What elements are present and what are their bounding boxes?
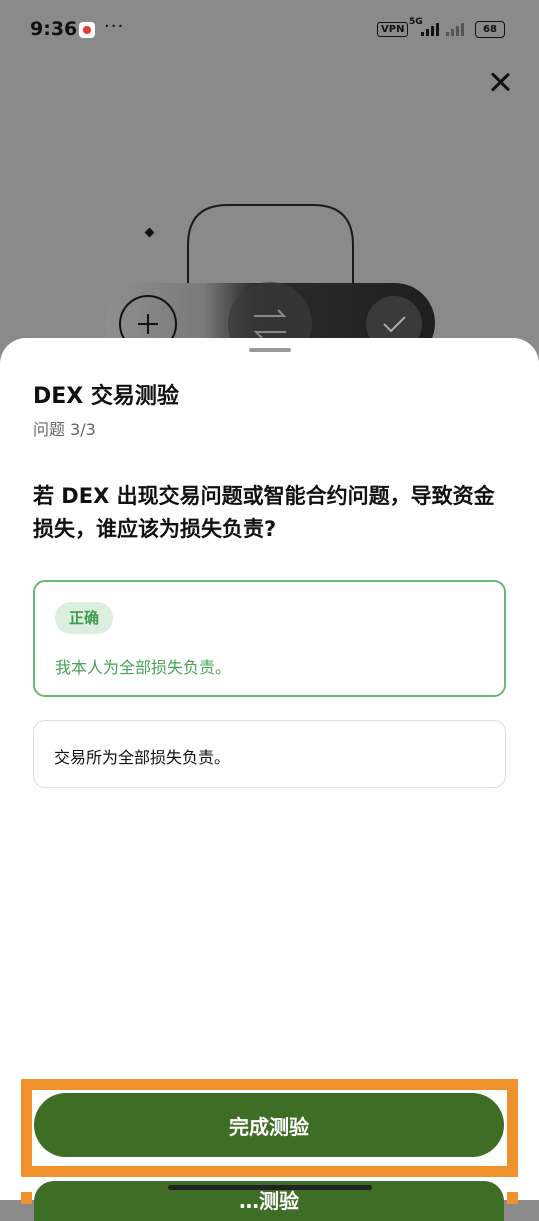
answer-option[interactable]: 交易所为全部损失负责。 [33,720,506,788]
signal-strength-secondary-icon [446,22,464,36]
battery-indicator: 68 [475,21,505,38]
status-bar: 9:36 ··· VPN 5G 68 [0,0,539,60]
signal-strength-icon [421,22,439,36]
quiz-sheet: DEX 交易测验 问题 3/3 若 DEX 出现交易问题或智能合约问题，导致资金… [0,338,539,1200]
question-text: 若 DEX 出现交易问题或智能合约问题，导致资金损失，谁应该为损失负责? [33,484,495,541]
handle-outline [187,204,354,290]
correct-badge: 正确 [55,602,114,634]
sheet-drag-handle[interactable] [249,348,291,352]
question-progress: 问题 3/3 [33,420,96,439]
answer-option-correct[interactable]: 正确 我本人为全部损失负责。 [33,580,506,697]
close-icon[interactable] [486,68,514,96]
answer-option-text: 我本人为全部损失负责。 [55,658,232,677]
home-gesture-bar[interactable] [168,1185,372,1190]
highlight-frame-lower [21,1192,518,1204]
answer-option-text: 交易所为全部损失负责。 [54,748,231,767]
diamond-sparkle-icon [144,227,155,238]
map-pin-icon [79,22,95,38]
vpn-indicator: VPN [377,22,409,37]
more-notifications-icon: ··· [104,16,125,37]
finish-quiz-button[interactable]: 完成测验 [34,1093,504,1157]
swap-illustration [105,204,435,350]
status-time: 9:36 [30,18,78,40]
quiz-title: DEX 交易测验 [33,384,179,409]
